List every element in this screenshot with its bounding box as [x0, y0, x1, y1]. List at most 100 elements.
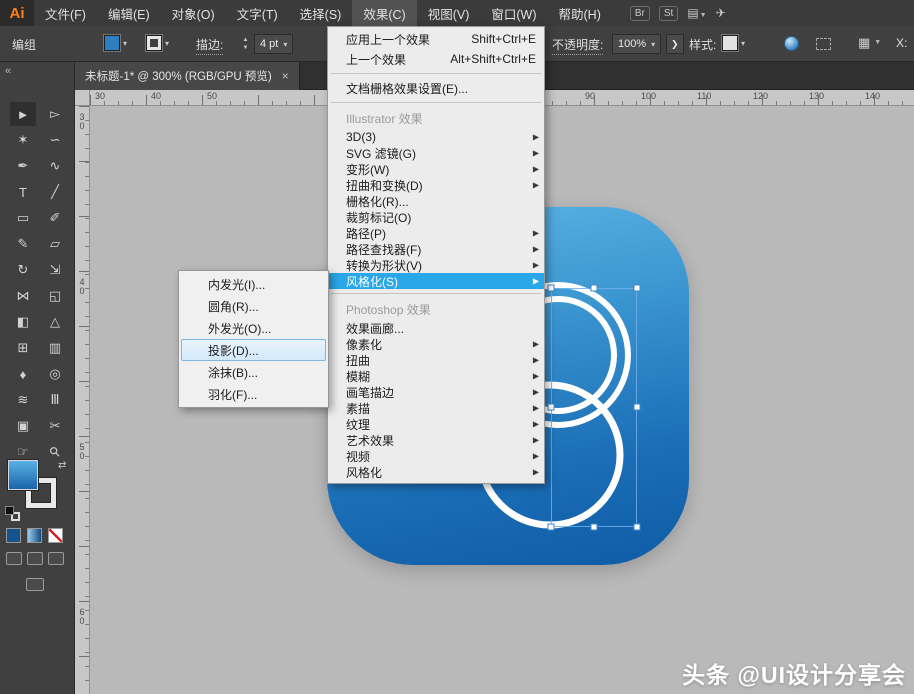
- width-tool-icon[interactable]: ⋈: [10, 284, 36, 308]
- stroke-color-dropdown[interactable]: ▾: [146, 35, 169, 51]
- effect-menu-item-25[interactable]: 艺术效果▶: [328, 432, 544, 448]
- draw-behind-button[interactable]: [27, 552, 43, 565]
- rotate-tool-icon[interactable]: ↻: [10, 258, 36, 282]
- menubar-item-6[interactable]: 效果(C): [352, 0, 416, 26]
- effect-menu-item-6[interactable]: 3D(3)▶: [328, 129, 544, 145]
- opacity-panel-link[interactable]: 不透明度:: [552, 36, 603, 55]
- scale-tool-icon[interactable]: ⇲: [42, 258, 68, 282]
- effect-menu-item-24[interactable]: 纹理▶: [328, 416, 544, 432]
- selection-handle[interactable]: [548, 285, 555, 292]
- perspective-grid-tool-icon[interactable]: △: [42, 310, 68, 334]
- menubar-item-1[interactable]: 文件(F): [34, 0, 97, 26]
- fill-swatch[interactable]: [8, 460, 38, 490]
- menubar-item-7[interactable]: 视图(V): [417, 0, 481, 26]
- artboard-tool-icon[interactable]: ▣: [10, 414, 36, 438]
- fill-color-dropdown[interactable]: ▾: [104, 35, 127, 51]
- selection-handle[interactable]: [548, 524, 555, 531]
- effect-menu-item-27[interactable]: 风格化▶: [328, 464, 544, 480]
- selection-handle[interactable]: [634, 404, 641, 411]
- gradient-tool-icon[interactable]: ▥: [42, 336, 68, 360]
- effect-menu-item-18[interactable]: 效果画廊...: [328, 320, 544, 336]
- shape-builder-tool-icon[interactable]: ◧: [10, 310, 36, 334]
- effect-menu-item-20[interactable]: 扭曲▶: [328, 352, 544, 368]
- effect-menu-item-10[interactable]: 栅格化(R)...: [328, 193, 544, 209]
- column-graph-tool-icon[interactable]: Ⅲ: [42, 388, 68, 412]
- globe-icon[interactable]: [784, 36, 799, 51]
- vertical-ruler[interactable]: 3 04 05 06 0: [75, 106, 90, 694]
- color-button[interactable]: [6, 528, 21, 543]
- menubar-item-4[interactable]: 文字(T): [226, 0, 289, 26]
- default-fill-icon[interactable]: [5, 506, 14, 515]
- opacity-flyout-button[interactable]: ❯: [666, 34, 684, 54]
- arrange-documents-dropdown[interactable]: ▦▼: [858, 36, 881, 49]
- pencil-tool-icon[interactable]: ✎: [10, 232, 36, 256]
- close-icon[interactable]: ×: [282, 69, 289, 83]
- zoom-tool-icon[interactable]: ⚲: [37, 434, 72, 469]
- menubar-item-8[interactable]: 窗口(W): [480, 0, 547, 26]
- effect-menu-item-22[interactable]: 画笔描边▶: [328, 384, 544, 400]
- effect-menu-item-7[interactable]: SVG 滤镜(G)▶: [328, 145, 544, 161]
- effect-menu-item-0[interactable]: 应用上一个效果Shift+Ctrl+E: [328, 29, 544, 49]
- effect-menu-item-3[interactable]: 文档栅格效果设置(E)...: [328, 78, 544, 98]
- magic-wand-tool-icon[interactable]: ✶: [10, 128, 36, 152]
- curvature-tool-icon[interactable]: ∿: [42, 154, 68, 178]
- draw-normal-button[interactable]: [6, 552, 22, 565]
- selection-handle[interactable]: [591, 524, 598, 531]
- rectangle-tool-icon[interactable]: ▭: [10, 206, 36, 230]
- illustrator-logo[interactable]: Ai: [0, 0, 34, 26]
- stroke-panel-link[interactable]: 描边:: [196, 36, 223, 55]
- submenu-item-drop-shadow[interactable]: 投影(D)...: [181, 339, 326, 361]
- effect-menu-item-8[interactable]: 变形(W)▶: [328, 161, 544, 177]
- document-tab[interactable]: 未标题-1* @ 300% (RGB/GPU 预览) ×: [75, 62, 300, 90]
- none-button[interactable]: [48, 528, 63, 543]
- stroke-weight-dropdown[interactable]: 4 pt▾: [254, 34, 293, 54]
- selection-handle[interactable]: [591, 285, 598, 292]
- blend-tool-icon[interactable]: ◎: [42, 362, 68, 386]
- effect-menu-item-12[interactable]: 路径(P)▶: [328, 225, 544, 241]
- dashed-rect-icon[interactable]: [816, 38, 831, 50]
- collapse-panel-icon[interactable]: «: [5, 65, 11, 77]
- effect-menu-item-14[interactable]: 转换为形状(V)▶: [328, 257, 544, 273]
- free-transform-tool-icon[interactable]: ◱: [42, 284, 68, 308]
- effect-menu-item-21[interactable]: 模糊▶: [328, 368, 544, 384]
- selection-handle[interactable]: [634, 524, 641, 531]
- selection-tool-icon[interactable]: ►: [10, 102, 36, 126]
- effect-menu-item-23[interactable]: 素描▶: [328, 400, 544, 416]
- opacity-dropdown[interactable]: 100%▾: [612, 34, 661, 54]
- line-segment-tool-icon[interactable]: ╱: [42, 180, 68, 204]
- selection-handle[interactable]: [634, 285, 641, 292]
- graphic-style-dropdown[interactable]: ▾: [722, 35, 745, 51]
- stock-icon[interactable]: St: [659, 6, 678, 21]
- draw-inside-button[interactable]: [48, 552, 64, 565]
- submenu-item-outer-glow[interactable]: 外发光(O)...: [181, 317, 326, 339]
- effect-menu-item-9[interactable]: 扭曲和变换(D)▶: [328, 177, 544, 193]
- swap-fill-stroke-icon[interactable]: ⇄: [58, 460, 66, 471]
- screen-mode-button[interactable]: [26, 578, 44, 591]
- submenu-item-scribble[interactable]: 涂抹(B)...: [181, 361, 326, 383]
- paintbrush-tool-icon[interactable]: ✐: [42, 206, 68, 230]
- mesh-tool-icon[interactable]: ⊞: [10, 336, 36, 360]
- direct-selection-tool-icon[interactable]: ▻: [42, 102, 68, 126]
- submenu-item-inner-glow[interactable]: 内发光(I)...: [181, 273, 326, 295]
- lasso-tool-icon[interactable]: ∽: [42, 128, 68, 152]
- eyedropper-tool-icon[interactable]: ♦: [10, 362, 36, 386]
- pen-tool-icon[interactable]: ✒: [10, 154, 36, 178]
- selection-handle[interactable]: [548, 404, 555, 411]
- effect-menu-item-1[interactable]: 上一个效果Alt+Shift+Ctrl+E: [328, 49, 544, 69]
- effect-menu-item-13[interactable]: 路径查找器(F)▶: [328, 241, 544, 257]
- effect-menu-item-26[interactable]: 视频▶: [328, 448, 544, 464]
- submenu-item-round-corners[interactable]: 圆角(R)...: [181, 295, 326, 317]
- menubar-item-9[interactable]: 帮助(H): [548, 0, 612, 26]
- workspace-switcher[interactable]: ▤▼: [687, 4, 706, 22]
- effect-menu-item-11[interactable]: 裁剪标记(O): [328, 209, 544, 225]
- share-icon[interactable]: ✈: [716, 7, 726, 19]
- bridge-icon[interactable]: Br: [630, 6, 650, 21]
- type-tool-icon[interactable]: T: [10, 180, 36, 204]
- symbol-sprayer-tool-icon[interactable]: ≋: [10, 388, 36, 412]
- menubar-item-3[interactable]: 对象(O): [161, 0, 226, 26]
- eraser-tool-icon[interactable]: ▱: [42, 232, 68, 256]
- effect-menu-item-15[interactable]: 风格化(S)▶: [328, 273, 544, 289]
- effect-menu-item-19[interactable]: 像素化▶: [328, 336, 544, 352]
- submenu-item-feather[interactable]: 羽化(F)...: [181, 383, 326, 405]
- gradient-button[interactable]: [27, 528, 42, 543]
